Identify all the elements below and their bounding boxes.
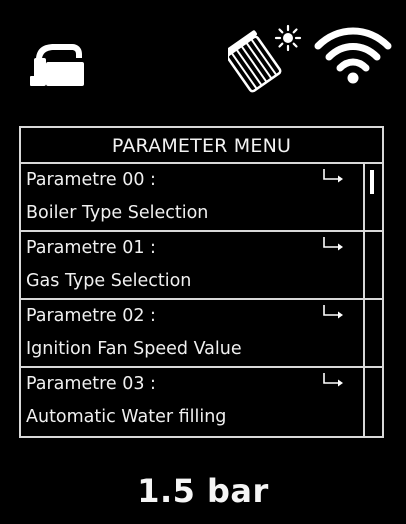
- arrow-right-icon: [323, 237, 343, 251]
- menu-item-number: Parametre 00 :: [26, 170, 156, 190]
- menu-item-number: Parametre 01 :: [26, 238, 156, 258]
- menu-item-parametre-00[interactable]: Parametre 00 : Boiler Type Selection: [21, 164, 382, 232]
- status-bar: [0, 0, 406, 110]
- menu-item-number: Parametre 03 :: [26, 374, 156, 394]
- menu-item-number: Parametre 02 :: [26, 306, 156, 326]
- menu-item-parametre-03[interactable]: Parametre 03 : Automatic Water filling: [21, 368, 382, 436]
- menu-item-parametre-02[interactable]: Parametre 02 : Ignition Fan Speed Value: [21, 300, 382, 368]
- menu-title: PARAMETER MENU: [21, 128, 382, 164]
- arrow-right-icon: [323, 305, 343, 319]
- radiator-sun-icon: [228, 24, 302, 93]
- pressure-readout: 1.5 bar: [137, 472, 269, 510]
- arrow-right-icon: [323, 373, 343, 387]
- menu-list: Parametre 00 : Boiler Type Selection Par…: [21, 164, 382, 436]
- menu-item-parametre-01[interactable]: Parametre 01 : Gas Type Selection: [21, 232, 382, 300]
- menu-item-description: Boiler Type Selection: [26, 203, 209, 223]
- wifi-icon: [314, 27, 392, 84]
- arrow-right-icon: [323, 169, 343, 183]
- scrollbar[interactable]: [363, 164, 382, 436]
- menu-item-description: Ignition Fan Speed Value: [26, 339, 242, 359]
- parameter-menu: PARAMETER MENU Parametre 00 : Boiler Typ…: [19, 126, 384, 438]
- menu-item-description: Gas Type Selection: [26, 271, 192, 291]
- tap-icon: [30, 44, 84, 86]
- menu-item-description: Automatic Water filling: [26, 407, 227, 427]
- scrollbar-thumb[interactable]: [370, 170, 374, 194]
